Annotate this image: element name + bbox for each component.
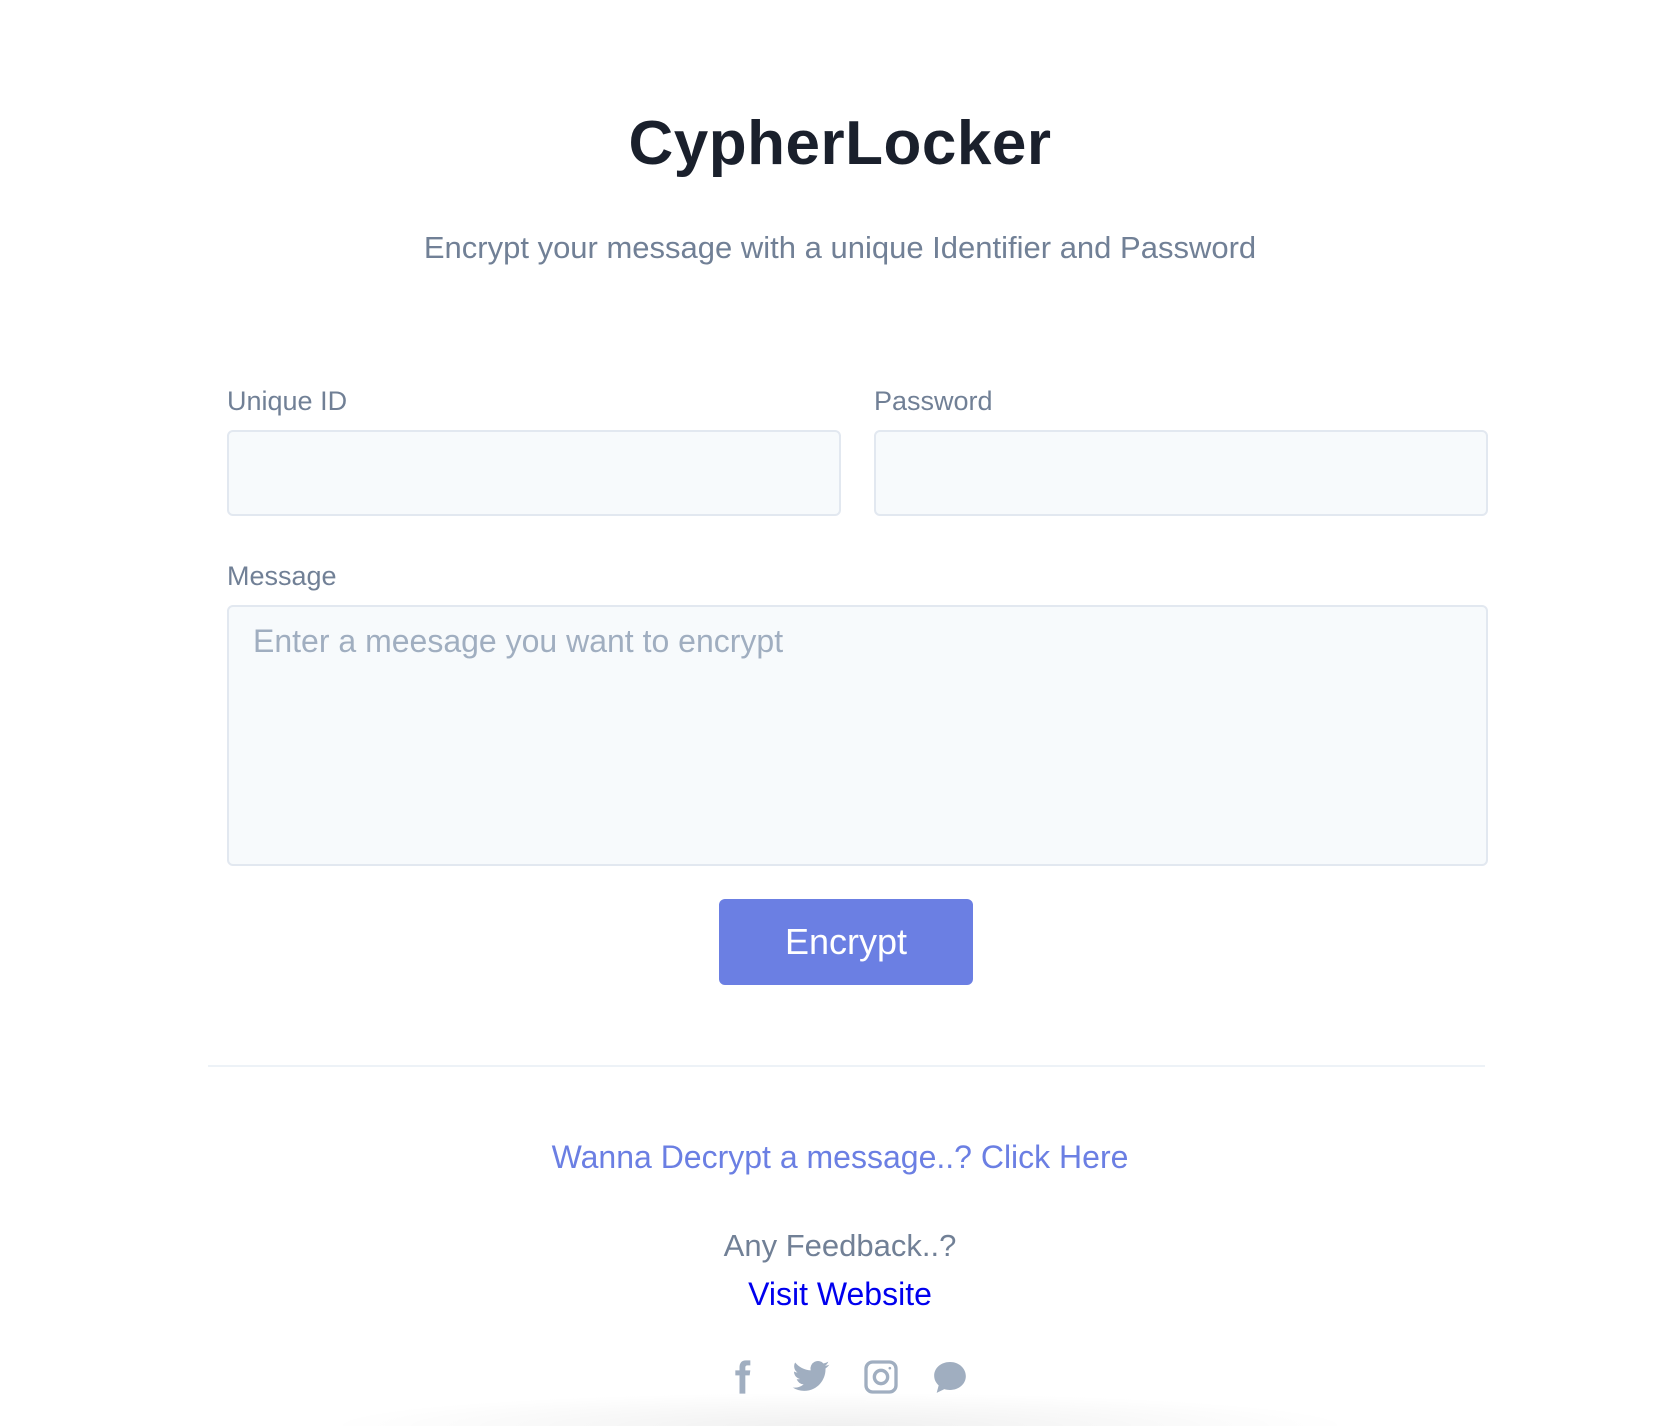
page-title: CypherLocker xyxy=(628,109,1052,178)
visit-website-link[interactable]: Visit Website xyxy=(0,1274,1680,1314)
chat-icon[interactable] xyxy=(928,1355,972,1399)
divider xyxy=(208,1065,1485,1067)
instagram-icon[interactable] xyxy=(859,1355,903,1399)
feedback-text: Any Feedback..? xyxy=(723,1228,957,1263)
facebook-icon[interactable] xyxy=(720,1355,764,1399)
encrypt-button[interactable]: Encrypt xyxy=(719,899,973,985)
message-label: Message xyxy=(227,561,337,591)
page: CypherLocker Encrypt your message with a… xyxy=(0,0,1680,1426)
unique-id-label: Unique ID xyxy=(227,386,348,416)
decrypt-link[interactable]: Wanna Decrypt a message..? Click Here xyxy=(0,1137,1680,1177)
page-subtitle: Encrypt your message with a unique Ident… xyxy=(423,230,1257,265)
twitter-icon[interactable] xyxy=(789,1355,833,1399)
password-input[interactable] xyxy=(874,430,1488,516)
social-links xyxy=(720,1355,972,1399)
password-label: Password xyxy=(874,386,993,416)
unique-id-input[interactable] xyxy=(227,430,841,516)
message-textarea[interactable] xyxy=(227,605,1488,866)
